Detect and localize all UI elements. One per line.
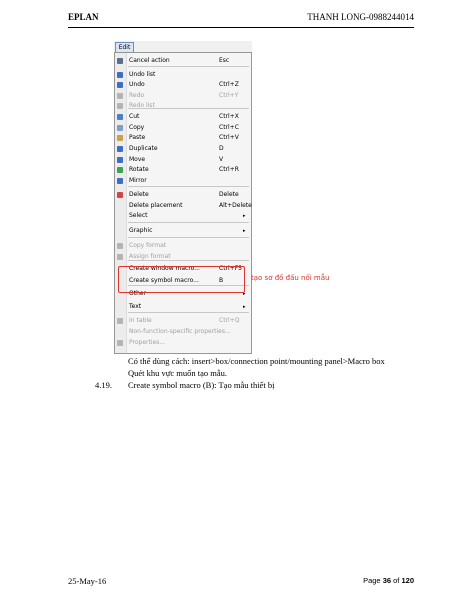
menu-item-label: Copy — [129, 124, 145, 131]
menu-item-duplicate[interactable]: Duplicate D — [115, 144, 251, 154]
menu-item-delete-placement[interactable]: Delete placement Alt+Delete — [115, 201, 252, 211]
menu-item-label: Paste — [129, 134, 146, 141]
menu-separator — [128, 237, 249, 238]
menu-separator — [128, 186, 249, 187]
menu-item-shortcut: Esc — [219, 57, 230, 64]
page-number: Page 36 of 120 — [363, 576, 414, 585]
menu-separator — [128, 222, 249, 223]
body-line-2: Quét khu vực muốn tạo mẫu. — [128, 368, 228, 378]
edit-menu-screenshot: Edit Cancel action Esc Undo list Undo Ctrl+Z… — [114, 41, 252, 354]
highlight-box — [118, 266, 245, 293]
menu-item-label: Graphic — [129, 227, 153, 234]
menu-item-shortcut: Ctrl+Q — [219, 317, 240, 324]
menu-item-shortcut: Ctrl+V — [219, 134, 239, 141]
undo-icon — [117, 82, 123, 88]
menu-item-label: Cancel action — [129, 57, 170, 64]
submenu-arrow-icon: ▸ — [243, 213, 246, 219]
menu-item-undo-list[interactable]: Undo list — [115, 70, 251, 80]
menu-item-shortcut: Ctrl+C — [219, 124, 239, 131]
menu-item-label: Select — [129, 212, 148, 219]
mirror-icon — [117, 178, 123, 184]
header-contact: THANH LONG-0988244014 — [307, 12, 414, 22]
menu-item-undo[interactable]: Undo Ctrl+Z — [115, 80, 251, 90]
page-header: EPLAN THANH LONG-0988244014 — [68, 12, 414, 26]
duplicate-icon — [117, 146, 123, 152]
menu-item-shortcut: Alt+Delete — [219, 202, 252, 209]
menu-item-shortcut: Delete — [219, 191, 239, 198]
menu-item-cancel-action[interactable]: Cancel action Esc — [115, 56, 251, 66]
menu-item-select[interactable]: Select ▸ — [115, 211, 251, 221]
header-rule — [68, 27, 414, 28]
menu-item-label: Delete — [129, 191, 149, 198]
menu-item-text[interactable]: Text ▸ — [115, 302, 251, 312]
menu-item-paste[interactable]: Paste Ctrl+V — [115, 133, 251, 143]
menu-item-label: Text — [129, 303, 142, 310]
menu-item-properties: Properties... — [115, 338, 251, 348]
rotate-icon — [117, 167, 123, 173]
menu-item-label: Duplicate — [129, 145, 158, 152]
redo-list-icon — [117, 103, 123, 109]
menu-separator — [128, 66, 249, 67]
menu-item-label: Mirror — [129, 177, 147, 184]
in-table-icon — [117, 318, 123, 324]
body-line-1: Có thể dùng cách: insert>box/connection … — [128, 356, 385, 366]
menu-item-label: In table — [129, 317, 152, 324]
redo-icon — [117, 93, 123, 99]
move-icon — [117, 157, 123, 163]
menu-item-label: Undo list — [129, 71, 156, 78]
menu-item-rotate[interactable]: Rotate Ctrl+R — [115, 165, 251, 175]
menu-item-label: Move — [129, 156, 146, 163]
arrow-cursor-icon — [117, 58, 123, 64]
menu-item-shortcut: Ctrl+Z — [219, 81, 239, 88]
menu-item-label: Copy format — [129, 242, 167, 249]
assign-format-icon — [117, 254, 123, 260]
properties-icon — [117, 340, 123, 346]
undo-list-icon — [117, 72, 123, 78]
scissors-icon — [117, 114, 123, 120]
copy-format-icon — [117, 243, 123, 249]
edit-dropdown-menu: Cancel action Esc Undo list Undo Ctrl+Z Redo C… — [114, 52, 252, 354]
menu-item-copy[interactable]: Copy Ctrl+C — [115, 123, 251, 133]
footer-date: 25-May-16 — [68, 576, 107, 586]
menu-item-non-function-specific-properties: Non-function-specific properties... — [115, 327, 251, 337]
menu-item-shortcut: D — [219, 145, 224, 152]
page-total: 120 — [401, 576, 414, 585]
menu-item-shortcut: Ctrl+Y — [219, 92, 239, 99]
delete-icon — [117, 192, 123, 198]
header-title: EPLAN — [68, 12, 99, 22]
menu-separator — [128, 260, 249, 261]
section-heading: Create symbol macro (B): Tạo mẫu thiết b… — [128, 380, 275, 390]
paste-icon — [117, 135, 123, 141]
menu-item-label: Cut — [129, 113, 140, 120]
menu-item-redo-list: Redo list — [115, 101, 251, 111]
menu-separator — [128, 312, 249, 313]
menu-item-label: Redo — [129, 92, 145, 99]
annotation-note: tạo sơ đồ đấu nối mẫu — [251, 274, 330, 282]
menu-item-redo: Redo Ctrl+Y — [115, 91, 251, 101]
menu-item-shortcut: Ctrl+X — [219, 113, 239, 120]
menu-item-label: Delete placement — [129, 202, 183, 209]
menu-item-delete[interactable]: Delete Delete — [115, 190, 251, 200]
menu-item-label: Properties... — [129, 339, 166, 346]
page-of: of — [393, 576, 400, 585]
menu-item-graphic[interactable]: Graphic ▸ — [115, 226, 251, 236]
menu-item-copy-format: Copy format — [115, 241, 251, 251]
copy-icon — [117, 125, 123, 131]
menu-item-cut[interactable]: Cut Ctrl+X — [115, 112, 251, 122]
menu-item-mirror[interactable]: Mirror — [115, 176, 251, 186]
page-word: Page — [363, 576, 381, 585]
menu-item-in-table: In table Ctrl+Q — [115, 316, 251, 326]
menu-item-shortcut: Ctrl+R — [219, 166, 239, 173]
menu-item-label: Undo — [129, 81, 145, 88]
menu-item-label: Non-function-specific properties... — [129, 328, 231, 335]
menu-separator — [128, 108, 249, 109]
menu-item-label: Redo list — [129, 102, 155, 109]
submenu-arrow-icon: ▸ — [243, 228, 246, 234]
menu-item-shortcut: V — [219, 156, 224, 163]
section-number: 4.19. — [95, 380, 112, 390]
menu-item-move[interactable]: Move V — [115, 155, 251, 165]
page-current: 36 — [382, 576, 392, 585]
menu-item-label: Rotate — [129, 166, 149, 173]
submenu-arrow-icon: ▸ — [243, 304, 246, 310]
